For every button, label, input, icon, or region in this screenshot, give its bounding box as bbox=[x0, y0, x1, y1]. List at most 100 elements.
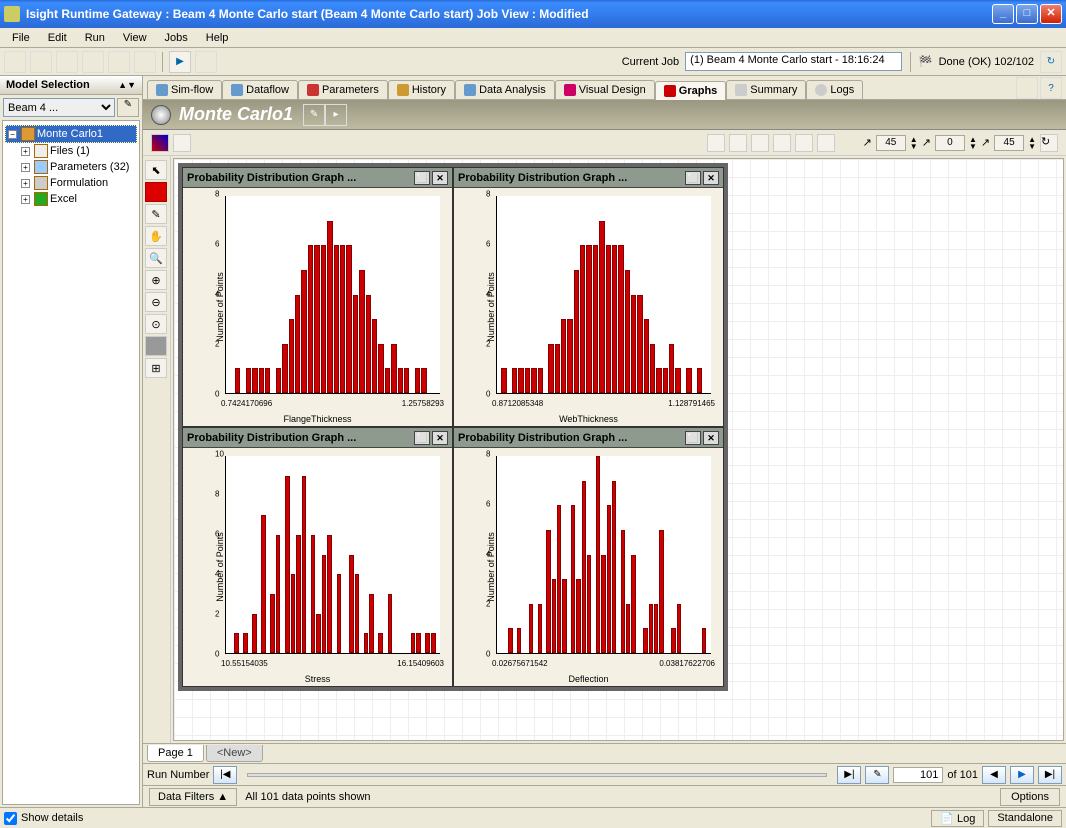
zoom-out-tool[interactable]: ⊖ bbox=[145, 292, 167, 312]
model-edit-button[interactable]: ✎ bbox=[117, 98, 139, 117]
layout-button[interactable] bbox=[707, 134, 725, 152]
run-slider[interactable] bbox=[247, 773, 827, 777]
layout-button[interactable] bbox=[729, 134, 747, 152]
tree-node-files[interactable]: +Files (1) bbox=[19, 143, 137, 159]
options-button[interactable]: Options bbox=[1000, 788, 1060, 806]
tab-graphs[interactable]: Graphs bbox=[655, 81, 727, 100]
chart-max-button[interactable]: ⬜ bbox=[414, 431, 430, 445]
menu-help[interactable]: Help bbox=[198, 30, 237, 46]
chart-window[interactable]: Probability Distribution Graph ...⬜✕0246… bbox=[182, 167, 453, 427]
chart-close-button[interactable]: ✕ bbox=[432, 431, 448, 445]
tab-summary[interactable]: Summary bbox=[726, 80, 806, 99]
next-button[interactable]: ▶ bbox=[1010, 766, 1034, 784]
layout-button[interactable] bbox=[795, 134, 813, 152]
reset-rotation-button[interactable]: ↻ bbox=[1040, 134, 1058, 152]
maximize-button[interactable]: □ bbox=[1016, 4, 1038, 24]
menu-run[interactable]: Run bbox=[77, 30, 113, 46]
play-end-button[interactable]: ▶| bbox=[837, 766, 861, 784]
chart-max-button[interactable]: ⬜ bbox=[685, 171, 701, 185]
analysis-icon bbox=[464, 84, 476, 96]
menu-file[interactable]: File bbox=[4, 30, 38, 46]
model-select[interactable]: Beam 4 ... bbox=[3, 98, 115, 117]
zoom-reset-tool[interactable]: ⊙ bbox=[145, 314, 167, 334]
prev-button[interactable]: ◀ bbox=[982, 766, 1006, 784]
pointer-tool[interactable]: ⬉ bbox=[145, 160, 167, 180]
model-tree[interactable]: − Monte Carlo1 +Files (1) +Parameters (3… bbox=[2, 120, 140, 805]
chart-close-button[interactable]: ✕ bbox=[703, 431, 719, 445]
refresh-button[interactable]: ↻ bbox=[1040, 51, 1062, 73]
expand-toggle[interactable]: + bbox=[21, 195, 30, 204]
spinner-arrows[interactable]: ▲▼ bbox=[969, 136, 977, 150]
blank-tool[interactable] bbox=[145, 336, 167, 356]
tab-label: Sim-flow bbox=[171, 84, 213, 96]
menu-jobs[interactable]: Jobs bbox=[157, 30, 196, 46]
tab-simflow[interactable]: Sim-flow bbox=[147, 80, 222, 99]
tab-history[interactable]: History bbox=[388, 80, 455, 99]
chart-max-button[interactable]: ⬜ bbox=[685, 431, 701, 445]
tab-logs[interactable]: Logs bbox=[806, 80, 863, 99]
graph-canvas[interactable]: Probability Distribution Graph ...⬜✕0246… bbox=[173, 158, 1064, 741]
rot-x-spinner[interactable]: 45 bbox=[876, 135, 906, 151]
tree-node-params[interactable]: +Parameters (32) bbox=[19, 159, 137, 175]
first-button[interactable]: |◀ bbox=[213, 766, 237, 784]
chart-close-button[interactable]: ✕ bbox=[432, 171, 448, 185]
chart-window[interactable]: Probability Distribution Graph ...⬜✕0246… bbox=[453, 427, 724, 687]
help-button[interactable]: ? bbox=[1040, 77, 1062, 99]
expand-toggle[interactable]: + bbox=[21, 147, 30, 156]
menu-edit[interactable]: Edit bbox=[40, 30, 75, 46]
header-run-button[interactable]: ▸ bbox=[325, 104, 347, 126]
layout-button[interactable] bbox=[817, 134, 835, 152]
log-button[interactable]: 📄 Log bbox=[931, 810, 984, 827]
rot-z-spinner[interactable]: 45 bbox=[994, 135, 1024, 151]
tab-extra-button[interactable] bbox=[1016, 77, 1038, 99]
header-edit-button[interactable]: ✎ bbox=[303, 104, 325, 126]
tab-dataanalysis[interactable]: Data Analysis bbox=[455, 80, 555, 99]
show-details-checkbox[interactable]: Show details bbox=[4, 812, 83, 825]
menu-view[interactable]: View bbox=[115, 30, 155, 46]
tree-root[interactable]: − Monte Carlo1 bbox=[5, 125, 137, 143]
layout-button[interactable] bbox=[773, 134, 791, 152]
new-page-tab[interactable]: <New> bbox=[206, 745, 263, 762]
brush-tool[interactable]: ✎ bbox=[145, 204, 167, 224]
tab-visualdesign[interactable]: Visual Design bbox=[555, 80, 655, 99]
chart-max-button[interactable]: ⬜ bbox=[414, 171, 430, 185]
close-button[interactable]: ✕ bbox=[1040, 4, 1062, 24]
end-button[interactable]: ▶| bbox=[1038, 766, 1062, 784]
tree-node-excel[interactable]: +Excel bbox=[19, 191, 137, 207]
table-button[interactable] bbox=[173, 134, 191, 152]
multi-chart-tool[interactable]: ⊞ bbox=[145, 358, 167, 378]
zoom-in-tool[interactable]: ⊕ bbox=[145, 270, 167, 290]
chart-close-button[interactable]: ✕ bbox=[703, 171, 719, 185]
collapse-toggle[interactable]: − bbox=[8, 130, 17, 139]
collapse-icon[interactable]: ▲▼ bbox=[118, 80, 136, 90]
toolbar-btn[interactable] bbox=[108, 51, 130, 73]
spinner-arrows[interactable]: ▲▼ bbox=[910, 136, 918, 150]
chart-window[interactable]: Probability Distribution Graph ...⬜✕0246… bbox=[182, 427, 453, 687]
data-filters-button[interactable]: Data Filters ▲ bbox=[149, 788, 237, 806]
chart-window[interactable]: Probability Distribution Graph ...⬜✕0246… bbox=[453, 167, 724, 427]
expand-toggle[interactable]: + bbox=[21, 163, 30, 172]
rot-y-spinner[interactable]: 0 bbox=[935, 135, 965, 151]
toolbar-btn[interactable] bbox=[30, 51, 52, 73]
tab-parameters[interactable]: Parameters bbox=[298, 80, 388, 99]
toolbar-btn[interactable] bbox=[134, 51, 156, 73]
spinner-arrows[interactable]: ▲▼ bbox=[1028, 136, 1036, 150]
page-tab[interactable]: Page 1 bbox=[147, 745, 204, 762]
tab-dataflow[interactable]: Dataflow bbox=[222, 80, 298, 99]
toolbar-btn[interactable] bbox=[56, 51, 78, 73]
toolbar-btn[interactable] bbox=[4, 51, 26, 73]
toolbar-btn[interactable] bbox=[82, 51, 104, 73]
run-counter[interactable]: 101 bbox=[893, 767, 943, 783]
minimize-button[interactable]: _ bbox=[992, 4, 1014, 24]
run-button[interactable]: ▶ bbox=[169, 51, 191, 73]
zoom-area-tool[interactable]: 🔍 bbox=[145, 248, 167, 268]
expand-toggle[interactable]: + bbox=[21, 179, 30, 188]
chart-type-button[interactable] bbox=[151, 134, 169, 152]
hand-tool[interactable]: ✋ bbox=[145, 226, 167, 246]
layout-button[interactable] bbox=[751, 134, 769, 152]
current-job-select[interactable]: (1) Beam 4 Monte Carlo start - 18:16:24 bbox=[685, 52, 901, 71]
brush-button[interactable]: ✎ bbox=[865, 766, 889, 784]
tree-node-formulation[interactable]: +Formulation bbox=[19, 175, 137, 191]
toolbar-btn[interactable] bbox=[195, 51, 217, 73]
color-tool[interactable] bbox=[145, 182, 167, 202]
